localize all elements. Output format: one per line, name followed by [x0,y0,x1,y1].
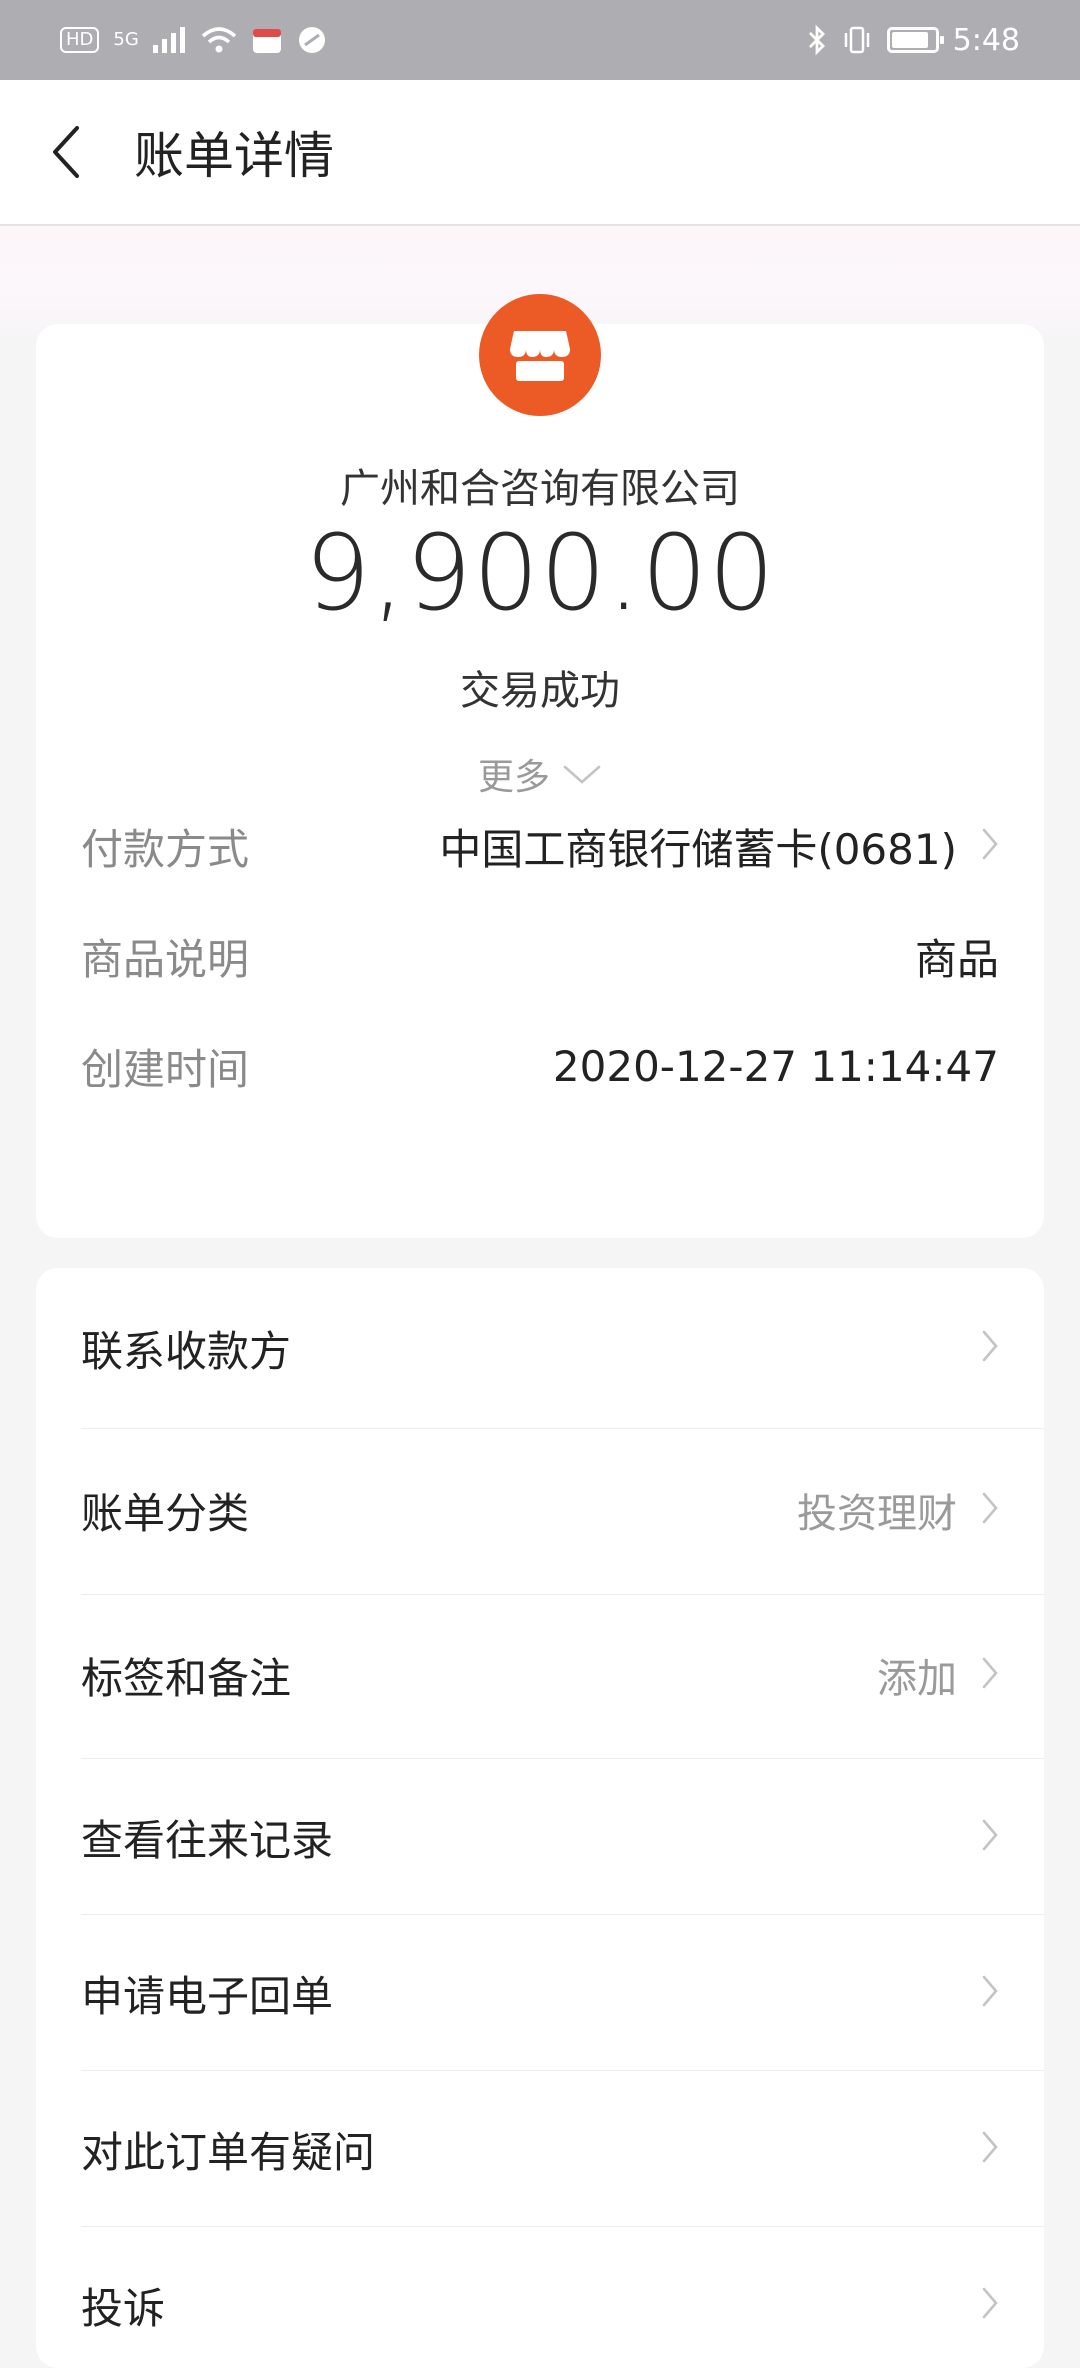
status-time: 5:48 [952,22,1020,58]
action-right: 投资理财 [797,1481,999,1539]
transaction-status: 交易成功 [460,668,620,714]
merchant-avatar [479,294,601,416]
battery-level [891,32,928,48]
action-right [957,1818,999,1856]
status-bar: HD 5G 5:48 [0,0,1080,80]
action-value: 投资理财 [797,1491,957,1537]
divider [81,1428,1044,1429]
status-left: HD 5G [60,25,327,55]
detail-label: 创建时间 [81,1044,250,1094]
action-label: 投诉 [81,2283,166,2333]
chevron-right-icon [981,2286,999,2324]
action-label: 查看往来记录 [81,1815,334,1865]
detail-row-created-time: 创建时间 2020-12-27 11:14:47 [81,1036,999,1096]
detail-value: 中国工商银行储蓄卡(0681) [439,824,957,874]
action-order-question[interactable]: 对此订单有疑问 [81,2099,999,2199]
detail-value-wrap: 中国工商银行储蓄卡(0681) [439,816,999,877]
back-button[interactable] [0,79,130,225]
merchant-name: 广州和合咨询有限公司 [340,466,740,512]
action-right: 添加 [877,1646,999,1704]
detail-label: 付款方式 [81,824,250,874]
divider [81,1594,1044,1595]
action-label: 标签和备注 [81,1653,292,1703]
detail-row-item-description: 商品说明 商品 [81,926,999,986]
bill-summary-card: 广州和合咨询有限公司 9,900.00 交易成功 付款方式 中国工商银行储蓄卡(… [36,294,1044,1238]
detail-row-payment-method[interactable]: 付款方式 中国工商银行储蓄卡(0681) [81,816,999,876]
detail-label: 商品说明 [81,934,250,984]
divider [81,2070,1044,2071]
battery-icon [886,27,944,53]
status-right: 5:48 [807,23,1020,58]
action-contact-payee[interactable]: 联系收款方 [81,1298,999,1398]
wifi-icon [201,26,237,54]
chevron-right-icon [981,1491,999,1529]
action-right [957,2286,999,2324]
action-label: 联系收款方 [81,1326,292,1376]
shop-icon [510,331,570,381]
transaction-amount: 9,900.00 [304,512,776,634]
app-header: 账单详情 [0,80,1080,226]
action-bill-category[interactable]: 账单分类 投资理财 [81,1460,999,1560]
divider [81,1758,1044,1759]
network-type: 5G [113,29,139,50]
app-notification-icon [251,25,283,55]
browser-icon [297,25,327,55]
action-label: 账单分类 [81,1488,250,1538]
action-e-receipt[interactable]: 申请电子回单 [81,1943,999,2043]
action-view-history[interactable]: 查看往来记录 [81,1787,999,1887]
more-toggle[interactable]: 更多 [36,748,1044,800]
bill-actions-card: 联系收款方 账单分类 投资理财 标签和备注 添加 查看往来记录 申请电子回单 对… [36,1268,1044,2368]
divider [81,2226,1044,2227]
chevron-right-icon [981,1329,999,1367]
action-tags-notes[interactable]: 标签和备注 添加 [81,1625,999,1725]
chevron-right-icon [981,1656,999,1694]
action-value: 添加 [877,1656,957,1702]
chevron-right-icon [981,1974,999,2012]
more-label: 更多 [477,757,550,798]
action-right [957,2130,999,2168]
chevron-right-icon [981,1818,999,1856]
action-right [957,1974,999,2012]
detail-value: 2020-12-27 11:14:47 [552,1041,999,1091]
action-complaint[interactable]: 投诉 [81,2255,999,2355]
divider [81,1914,1044,1915]
vibrate-icon [841,25,873,55]
page-title: 账单详情 [134,127,334,185]
action-label: 对此订单有疑问 [81,2127,376,2177]
detail-value: 商品 [914,934,999,984]
hd-indicator: HD [60,27,100,53]
chevron-right-icon [981,2130,999,2168]
action-label: 申请电子回单 [81,1971,334,2021]
action-right [957,1329,999,1367]
chevron-down-icon [562,754,602,795]
signal-icon [152,27,187,53]
chevron-right-icon [981,822,999,871]
bluetooth-icon [807,24,827,56]
chevron-left-icon [53,126,79,178]
